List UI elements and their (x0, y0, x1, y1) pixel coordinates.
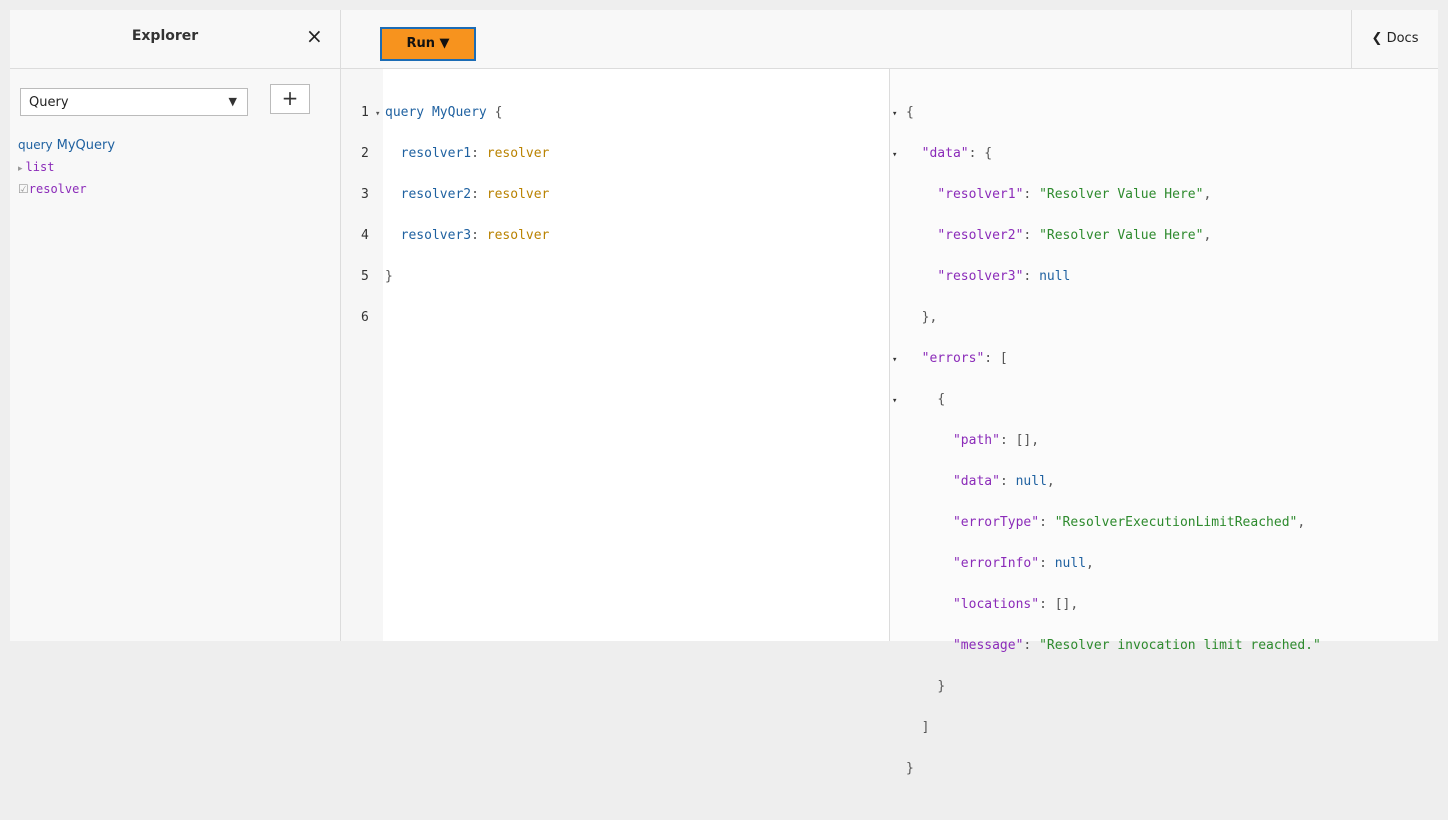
explorer-tree: query MyQuery ▸ list ☑resolver (18, 134, 115, 200)
tree-operation-keyword: query (18, 138, 53, 152)
result-value: "Resolver Value Here" (1039, 228, 1204, 243)
line-number: 1 (361, 105, 369, 120)
explorer-panel: Explorer × Query ▼ + query MyQuery ▸ list … (10, 10, 341, 641)
line-number: 4 (361, 228, 369, 243)
line-number: 2 (361, 146, 369, 161)
line-number: 3 (361, 187, 369, 202)
explorer-header: Explorer × (10, 10, 340, 69)
line-number: 6 (361, 310, 369, 325)
query-code[interactable]: 1 ▾ query MyQuery { 2 resolver1: resolver … (361, 83, 549, 369)
result-value: "Resolver invocation limit reached." (1039, 638, 1321, 653)
code-keyword: query (385, 105, 425, 120)
code-field: resolver (486, 187, 550, 202)
run-button[interactable]: Run ▼ (380, 27, 476, 61)
code-punctuation: } (385, 269, 393, 284)
line-number: 5 (361, 269, 369, 284)
explorer-title: Explorer (131, 28, 199, 44)
code-line: 1 ▾ query MyQuery { (361, 103, 549, 124)
code-line: 3 resolver2: resolver (361, 185, 549, 206)
tree-operation-header[interactable]: query MyQuery (18, 134, 115, 156)
code-punctuation: { (486, 105, 503, 120)
result-viewer: ▾{ ▾ "data": { "resolver1": "Resolver Va… (890, 69, 1438, 776)
result-value: null (1039, 269, 1071, 284)
caret-down-icon: ▼ (228, 95, 237, 108)
expand-triangle-icon: ▸ (18, 164, 23, 174)
code-line: 6 (361, 308, 549, 329)
code-field: resolver (486, 146, 550, 161)
close-icon[interactable]: × (306, 24, 323, 48)
result-value: null (1054, 556, 1087, 571)
docs-button[interactable]: ❮ Docs (1351, 10, 1438, 68)
checkbox-checked-icon[interactable]: ☑ (18, 182, 29, 196)
result-value: [] (1054, 597, 1071, 612)
fold-arrow-icon[interactable]: ▾ (892, 145, 906, 165)
tree-operation-name[interactable]: MyQuery (57, 138, 115, 153)
code-field: resolver (486, 228, 550, 243)
fold-arrow-icon[interactable]: ▾ (892, 391, 906, 411)
query-editor[interactable]: 1 ▾ query MyQuery { 2 resolver1: resolver … (341, 69, 890, 641)
result-value: null (1015, 474, 1047, 489)
code-alias: resolver1 (400, 146, 472, 161)
tree-item-list[interactable]: ▸ list (18, 156, 115, 178)
result-value: "ResolverExecutionLimitReached" (1054, 515, 1298, 530)
add-operation-button[interactable]: + (270, 84, 310, 114)
code-line: 4 resolver3: resolver (361, 226, 549, 247)
result-value: "Resolver Value Here" (1039, 187, 1204, 202)
code-line: 5 } (361, 267, 549, 288)
toolbar: Run ▼ ❮ Docs (341, 10, 1438, 69)
code-alias: resolver3 (400, 228, 472, 243)
graphql-explorer-app: Explorer × Query ▼ + query MyQuery ▸ list … (10, 10, 1438, 776)
tree-item-label: resolver (28, 182, 87, 196)
code-alias: resolver2 (400, 187, 472, 202)
fold-arrow-icon[interactable]: ▾ (375, 104, 385, 124)
code-line: 2 resolver1: resolver (361, 144, 549, 165)
operation-type-select[interactable]: Query ▼ (20, 88, 248, 116)
operation-type-value: Query (29, 95, 69, 110)
tree-item-label: list (25, 160, 55, 174)
code-operation-name: MyQuery (431, 105, 487, 120)
fold-arrow-icon[interactable]: ▾ (892, 104, 906, 124)
chevron-left-icon: ❮ (1371, 31, 1383, 46)
tree-item-resolver[interactable]: ☑resolver (18, 178, 115, 200)
docs-label: Docs (1386, 31, 1419, 46)
result-json: ▾{ ▾ "data": { "resolver1": "Resolver Va… (892, 104, 1321, 776)
result-value: [] (1015, 433, 1032, 448)
fold-arrow-icon[interactable]: ▾ (892, 350, 906, 370)
